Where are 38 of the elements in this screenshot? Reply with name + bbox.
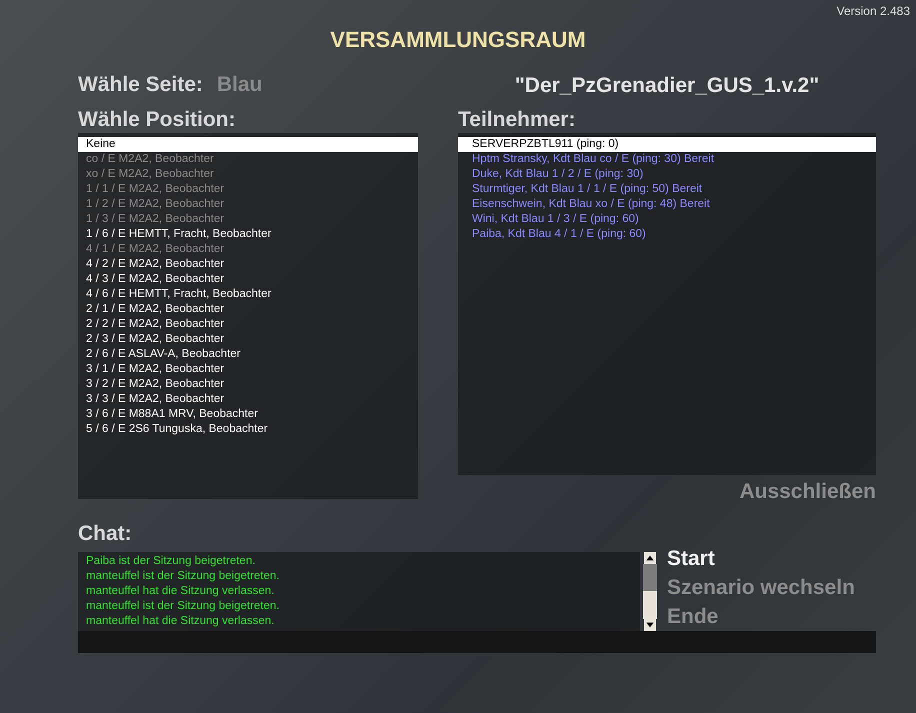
menu-button[interactable]: Start — [667, 544, 855, 573]
participant-item[interactable]: Hptm Stransky, Kdt Blau co / E (ping: 30) Bereit — [458, 152, 876, 167]
participant-item[interactable]: Sturmtiger, Kdt Blau 1 / 1 / E (ping: 50) Bereit — [458, 182, 876, 197]
position-item[interactable]: 4 / 6 / E HEMTT, Fracht, Beobachter — [78, 287, 418, 302]
side-label: Wähle Seite: — [78, 73, 203, 97]
position-item[interactable]: 4 / 3 / E M2A2, Beobachter — [78, 272, 418, 287]
position-item[interactable]: 2 / 2 / E M2A2, Beobachter — [78, 317, 418, 332]
chat-label: Chat: — [78, 522, 133, 547]
participant-item[interactable]: Paiba, Kdt Blau 4 / 1 / E (ping: 60) — [458, 227, 876, 242]
chat-message: manteuffel hat die Sitzung verlassen. — [86, 584, 276, 599]
mission-name: "Der_PzGrenadier_GUS_1.v.2" — [514, 73, 820, 99]
position-item[interactable]: 3 / 6 / E M88A1 MRV, Beobachter — [78, 407, 418, 422]
scroll-down-icon[interactable] — [643, 619, 657, 631]
screen-title: VERSAMMLUNGSRAUM — [330, 27, 586, 52]
position-item[interactable]: 2 / 3 / E M2A2, Beobachter — [78, 332, 418, 347]
chat-input-field[interactable] — [78, 631, 876, 653]
position-item[interactable]: 2 / 1 / E M2A2, Beobachter — [78, 302, 418, 317]
participants-label: Teilnehmer: — [458, 107, 576, 133]
position-item[interactable]: 3 / 1 / E M2A2, Beobachter — [78, 362, 418, 377]
position-item[interactable]: Keine — [78, 137, 418, 152]
position-item[interactable]: 4 / 2 / E M2A2, Beobachter — [78, 257, 418, 272]
participant-item[interactable]: Duke, Kdt Blau 1 / 2 / E (ping: 30) — [458, 167, 876, 182]
participant-item[interactable]: Eisenschwein, Kdt Blau xo / E (ping: 48) Bereit — [458, 197, 876, 212]
participant-item[interactable]: Wini, Kdt Blau 1 / 3 / E (ping: 60) — [458, 212, 876, 227]
chat-message: manteuffel hat die Sitzung verlassen. — [86, 614, 276, 629]
chat-message: Paiba ist der Sitzung beigetreten. — [86, 554, 256, 569]
scrollbar[interactable] — [643, 552, 657, 631]
participant-item[interactable]: SERVERPZBTL911 (ping: 0) — [458, 137, 876, 152]
position-item[interactable]: 3 / 2 / E M2A2, Beobachter — [78, 377, 418, 392]
position-item[interactable]: 5 / 6 / E 2S6 Tunguska, Beobachter — [78, 422, 418, 437]
position-item[interactable]: 1 / 6 / E HEMTT, Fracht, Beobachter — [78, 227, 418, 242]
chat-message: manteuffel ist der Sitzung beigetreten. — [86, 599, 280, 614]
position-item[interactable]: 3 / 3 / E M2A2, Beobachter — [78, 392, 418, 407]
scroll-up-icon[interactable] — [643, 552, 657, 564]
position-item[interactable]: 2 / 6 / E ASLAV-A, Beobachter — [78, 347, 418, 362]
chat-message: manteuffel ist der Sitzung beigetreten. — [86, 569, 280, 584]
version-label: Version 2.483 — [836, 4, 910, 18]
position-label: Wähle Position: — [78, 107, 236, 133]
